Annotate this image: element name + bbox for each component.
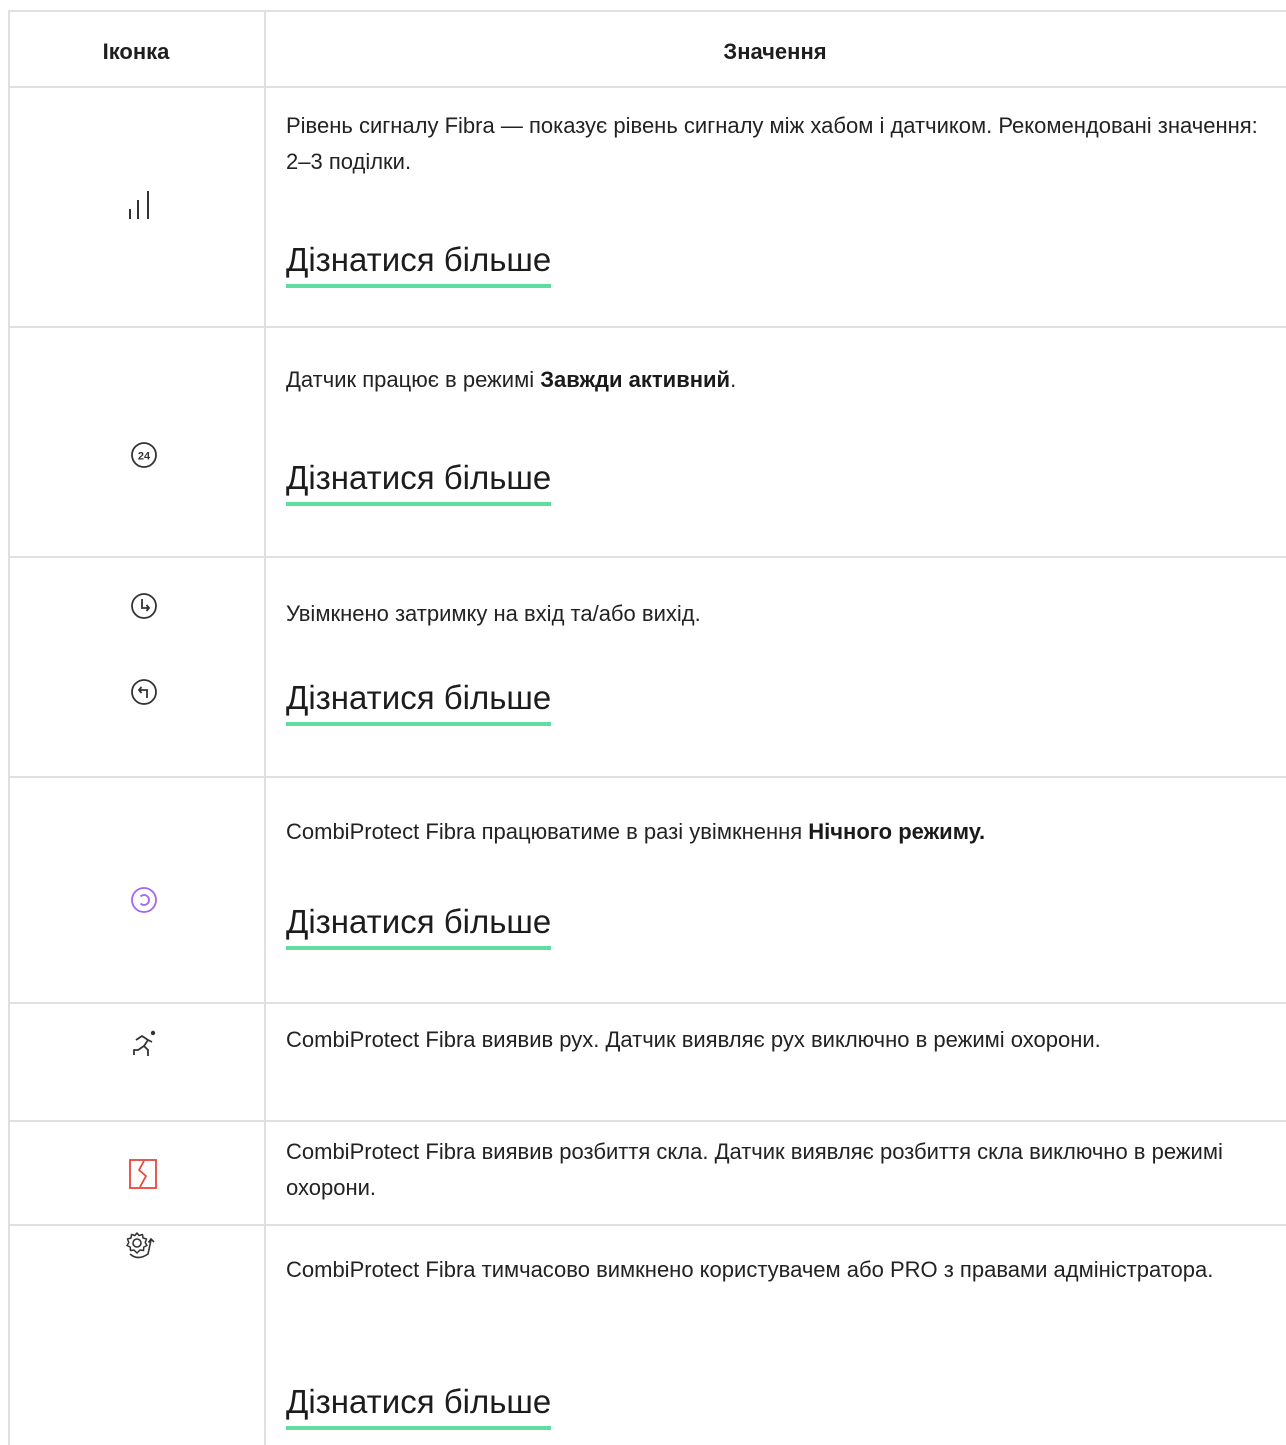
table-row-delay: Увімкнено затримку на вхід та/або вихід.… (8, 558, 1286, 778)
learn-more-link[interactable]: Дізнатися більше (286, 240, 552, 288)
motion-detected-icon (133, 1030, 156, 1056)
row-description: CombiProtect Fibra виявив розбиття скла.… (286, 1139, 1223, 1200)
table-row-glass-break: CombiProtect Fibra виявив розбиття скла.… (8, 1122, 1286, 1226)
header-value-column: Значення (723, 39, 827, 64)
learn-more-link[interactable]: Дізнатися більше (286, 678, 552, 726)
row-description: Датчик працює в режимі Завжди активний. (286, 367, 737, 392)
exit-delay-icon (131, 679, 157, 705)
learn-more-link[interactable]: Дізнатися більше (286, 1382, 552, 1430)
entry-delay-icon (131, 593, 157, 619)
row-description: Увімкнено затримку на вхід та/або вихід. (286, 601, 701, 626)
table-header: Іконка Значення (8, 10, 1286, 88)
learn-more-link[interactable]: Дізнатися більше (286, 458, 552, 506)
learn-more-link[interactable]: Дізнатися більше (286, 902, 552, 950)
table-row-temporarily-disabled: CombiProtect Fibra тимчасово вимкнено ко… (8, 1226, 1286, 1445)
row-description: CombiProtect Fibra тимчасово вимкнено ко… (286, 1257, 1214, 1282)
table-row-signal: Рівень сигналу Fibra — показує рівень си… (8, 88, 1286, 328)
signal-strength-icon (129, 191, 149, 219)
table-row-always-active: 24 Датчик працює в режимі Завжди активни… (8, 328, 1286, 558)
night-mode-icon (131, 887, 157, 913)
row-description: CombiProtect Fibra виявив рух. Датчик ви… (286, 1027, 1101, 1052)
table-row-motion: CombiProtect Fibra виявив рух. Датчик ви… (8, 1004, 1286, 1122)
temporarily-disabled-icon (126, 1232, 155, 1259)
glass-break-icon (129, 1159, 157, 1189)
row-description: Рівень сигналу Fibra — показує рівень си… (286, 113, 1258, 174)
svg-text:24: 24 (138, 451, 151, 463)
always-active-24-icon: 24 (131, 442, 157, 468)
header-icon-column: Іконка (102, 39, 170, 64)
table-row-night-mode: CombiProtect Fibra працюватиме в разі ув… (8, 778, 1286, 1004)
row-description: CombiProtect Fibra працюватиме в разі ув… (286, 819, 986, 844)
